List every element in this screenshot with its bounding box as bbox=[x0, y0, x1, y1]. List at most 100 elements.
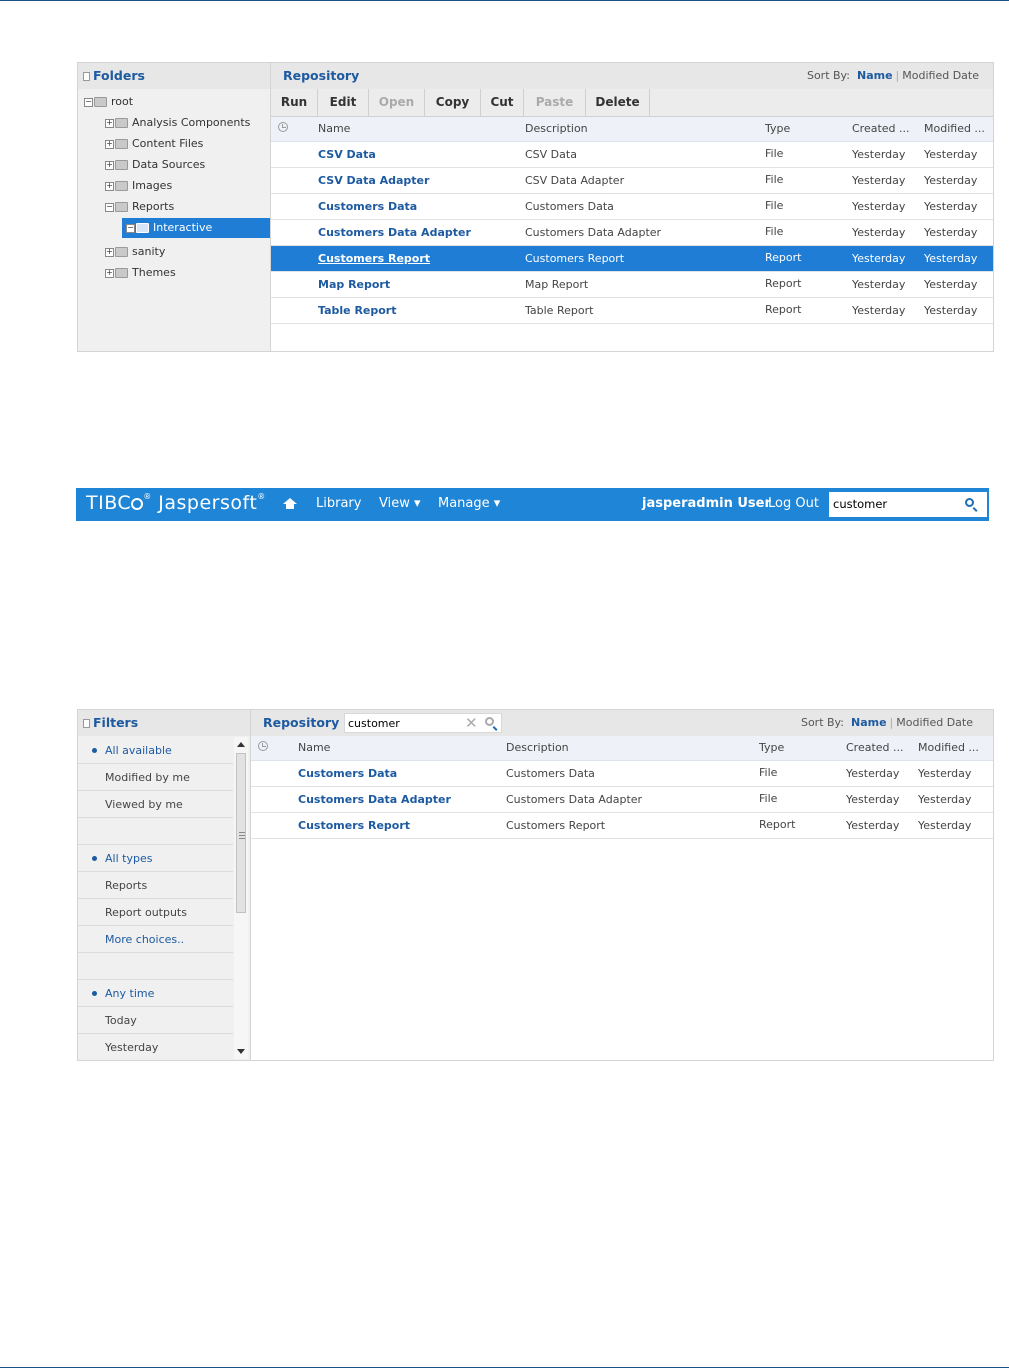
search-icon[interactable] bbox=[965, 498, 974, 507]
column-header-description[interactable]: Description bbox=[525, 117, 588, 141]
clock-icon[interactable] bbox=[278, 122, 288, 132]
resource-name-link[interactable]: Customers Data bbox=[298, 761, 397, 786]
column-header-modified[interactable]: Modified ... bbox=[918, 736, 979, 760]
resource-description: Table Report bbox=[525, 304, 594, 317]
page-top-rule bbox=[0, 0, 1009, 1]
column-header-created[interactable]: Created ... bbox=[846, 736, 904, 760]
filter-all-available[interactable]: All available bbox=[78, 737, 233, 764]
nav-manage-menu[interactable]: Manage ▾ bbox=[438, 496, 500, 511]
collapse-icon[interactable] bbox=[83, 71, 90, 81]
logout-link[interactable]: Log Out bbox=[768, 496, 819, 511]
scroll-down-icon[interactable] bbox=[237, 1049, 245, 1054]
filter-more-choices[interactable]: More choices.. bbox=[78, 926, 233, 953]
table-row[interactable]: CSV Data CSV Data File Yesterday Yesterday bbox=[271, 142, 993, 168]
user-name[interactable]: jasperadmin User bbox=[642, 496, 771, 511]
repository-pane: Repository Sort By: Name | Modified Date R… bbox=[271, 63, 993, 351]
tree-node-reports[interactable]: − Reports bbox=[105, 197, 174, 217]
search-icon[interactable] bbox=[485, 717, 494, 726]
resource-name-link[interactable]: Map Report bbox=[318, 272, 390, 297]
filter-reports[interactable]: Reports bbox=[78, 872, 233, 899]
column-header-modified[interactable]: Modified ... bbox=[924, 117, 985, 141]
nav-library[interactable]: Library bbox=[316, 496, 361, 511]
table-row[interactable]: CSV Data Adapter CSV Data Adapter File Yest… bbox=[271, 168, 993, 194]
filter-today[interactable]: Today bbox=[78, 1007, 233, 1034]
resource-name-link[interactable]: Customers Report bbox=[298, 813, 410, 838]
expand-node-icon[interactable]: + bbox=[105, 139, 114, 149]
scroll-thumb[interactable] bbox=[236, 753, 246, 913]
column-header-name[interactable]: Name bbox=[298, 736, 330, 760]
table-row[interactable]: Table Report Table Report Report Yesterday Y… bbox=[271, 298, 993, 324]
table-row[interactable]: Map Report Map Report Report Yesterday Yeste… bbox=[271, 272, 993, 298]
tree-node-data-sources[interactable]: + Data Sources bbox=[105, 155, 205, 175]
table-row[interactable]: Customers Data Adapter Customers Data Ada… bbox=[251, 787, 993, 813]
filter-all-types[interactable]: All types bbox=[78, 845, 233, 872]
tree-node-sanity[interactable]: + sanity bbox=[105, 242, 165, 262]
filter-yesterday[interactable]: Yesterday bbox=[78, 1034, 233, 1061]
tree-node-content-files[interactable]: + Content Files bbox=[105, 134, 203, 154]
resource-name-link[interactable]: CSV Data bbox=[318, 142, 376, 167]
nav-view-menu[interactable]: View ▾ bbox=[379, 496, 421, 511]
open-button[interactable]: Open bbox=[369, 89, 425, 116]
jaspersoft-logo[interactable]: TIBC ® Jaspersoft® bbox=[86, 492, 266, 514]
tree-label: Reports bbox=[132, 200, 175, 213]
expand-node-icon[interactable]: + bbox=[105, 160, 114, 170]
resource-name-link[interactable]: Customers Data Adapter bbox=[318, 220, 471, 245]
column-header-type[interactable]: Type bbox=[765, 117, 790, 141]
collapse-icon[interactable] bbox=[83, 718, 90, 728]
tree-node-themes[interactable]: + Themes bbox=[105, 263, 176, 283]
tree-node-interactive[interactable]: − Interactive bbox=[122, 218, 270, 238]
resource-name-link[interactable]: Table Report bbox=[318, 298, 397, 323]
expand-node-icon[interactable]: + bbox=[105, 118, 114, 128]
column-header-description[interactable]: Description bbox=[506, 736, 569, 760]
tree-node-root[interactable]: − root bbox=[84, 92, 133, 112]
repository-header: Repository Sort By: Name | Modified Date bbox=[271, 63, 993, 89]
home-icon[interactable] bbox=[283, 498, 297, 509]
cut-button[interactable]: Cut bbox=[481, 89, 524, 116]
filter-spacer bbox=[78, 818, 233, 845]
scroll-up-icon[interactable] bbox=[237, 742, 245, 747]
collapse-node-icon[interactable]: − bbox=[126, 223, 135, 233]
expand-node-icon[interactable]: + bbox=[105, 268, 114, 278]
copy-button[interactable]: Copy bbox=[425, 89, 481, 116]
tree-label: Analysis Components bbox=[132, 116, 251, 129]
sort-by-modified-link[interactable]: Modified Date bbox=[902, 69, 979, 82]
collapse-node-icon[interactable]: − bbox=[84, 97, 93, 107]
delete-button[interactable]: Delete bbox=[586, 89, 650, 116]
filter-modified-by-me[interactable]: Modified by me bbox=[78, 764, 233, 791]
table-row[interactable]: Customers Data Customers Data File Yesterda… bbox=[251, 761, 993, 787]
filter-viewed-by-me[interactable]: Viewed by me bbox=[78, 791, 233, 818]
clear-search-icon[interactable]: ✕ bbox=[465, 715, 478, 731]
tree-node-images[interactable]: + Images bbox=[105, 176, 172, 196]
repository-search-input[interactable] bbox=[348, 717, 458, 730]
filter-report-outputs[interactable]: Report outputs bbox=[78, 899, 233, 926]
filters-scrollbar[interactable] bbox=[234, 737, 248, 1059]
resource-created: Yesterday bbox=[852, 200, 906, 213]
table-row[interactable]: Customers Report Customers Report Report Ye… bbox=[251, 813, 993, 839]
edit-button[interactable]: Edit bbox=[318, 89, 369, 116]
tree-node-analysis-components[interactable]: + Analysis Components bbox=[105, 113, 250, 133]
table-row-selected[interactable]: Customers Report Customers Report Report Ye… bbox=[271, 246, 993, 272]
global-search-input[interactable] bbox=[833, 497, 958, 511]
column-header-name[interactable]: Name bbox=[318, 117, 350, 141]
filter-any-time[interactable]: Any time bbox=[78, 980, 233, 1007]
collapse-node-icon[interactable]: − bbox=[105, 202, 114, 212]
run-button[interactable]: Run bbox=[271, 89, 318, 116]
table-row[interactable]: Customers Data Customers Data File Yesterda… bbox=[271, 194, 993, 220]
paste-button[interactable]: Paste bbox=[524, 89, 586, 116]
resource-modified: Yesterday bbox=[924, 304, 978, 317]
column-header-type[interactable]: Type bbox=[759, 736, 784, 760]
clock-icon[interactable] bbox=[258, 741, 268, 751]
sort-by-name-link[interactable]: Name bbox=[851, 716, 887, 729]
expand-node-icon[interactable]: + bbox=[105, 247, 114, 257]
expand-node-icon[interactable]: + bbox=[105, 181, 114, 191]
resource-name-link[interactable]: CSV Data Adapter bbox=[318, 168, 429, 193]
column-header-created[interactable]: Created ... bbox=[852, 117, 910, 141]
sort-by-name-link[interactable]: Name bbox=[857, 69, 893, 82]
resource-modified: Yesterday bbox=[924, 200, 978, 213]
resource-name-link[interactable]: Customers Data Adapter bbox=[298, 787, 451, 812]
resource-name-link[interactable]: Customers Report bbox=[318, 246, 430, 271]
resource-name-link[interactable]: Customers Data bbox=[318, 194, 417, 219]
table-row[interactable]: Customers Data Adapter Customers Data Ada… bbox=[271, 220, 993, 246]
sort-by-modified-link[interactable]: Modified Date bbox=[896, 716, 973, 729]
results-pane: Repository ✕ Sort By: Name|Modified Date… bbox=[251, 710, 993, 1060]
